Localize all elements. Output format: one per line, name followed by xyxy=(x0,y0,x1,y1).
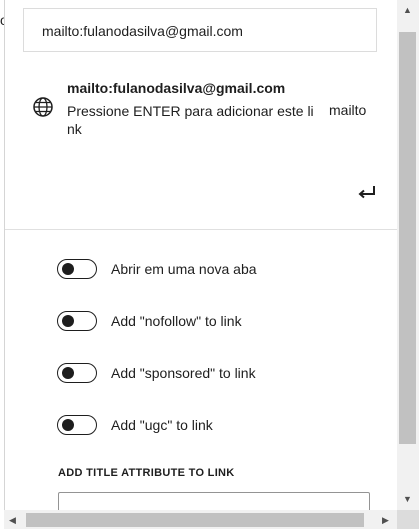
scroll-up-arrow-icon[interactable]: ▲ xyxy=(403,5,412,15)
scroll-down-arrow-icon[interactable]: ▼ xyxy=(403,494,412,504)
toggle-label: Add "nofollow" to link xyxy=(111,313,242,329)
toggle-ugc[interactable]: Add "ugc" to link xyxy=(57,413,213,437)
scrollbar-corner xyxy=(397,510,419,529)
toggle-switch[interactable] xyxy=(57,311,97,331)
globe-icon xyxy=(33,97,53,117)
divider xyxy=(5,229,398,230)
toggle-switch[interactable] xyxy=(57,363,97,383)
toggle-switch[interactable] xyxy=(57,259,97,279)
scroll-left-arrow-icon[interactable]: ◀ xyxy=(9,515,16,525)
link-settings-panel: mailto:fulanodasilva@gmail.com mailto:fu… xyxy=(4,0,398,510)
toggle-new-tab[interactable]: Abrir em uma nova aba xyxy=(57,257,257,281)
vertical-scrollbar[interactable]: ▲ ▼ xyxy=(397,0,419,510)
link-suggestion[interactable]: mailto:fulanodasilva@gmail.com Pressione… xyxy=(5,70,398,220)
suggestion-title: mailto:fulanodasilva@gmail.com xyxy=(67,80,286,96)
toggle-label: Add "sponsored" to link xyxy=(111,365,256,381)
toggle-switch[interactable] xyxy=(57,415,97,435)
enter-return-icon xyxy=(358,186,375,199)
vertical-scroll-thumb[interactable] xyxy=(399,32,416,444)
title-attribute-label: ADD TITLE ATTRIBUTE TO LINK xyxy=(58,467,235,479)
toggle-label: Abrir em uma nova aba xyxy=(111,261,257,277)
suggestion-type: mailto xyxy=(329,102,367,118)
suggestion-description: Pressione ENTER para adicionar este link xyxy=(67,103,314,137)
url-input[interactable]: mailto:fulanodasilva@gmail.com xyxy=(23,8,377,52)
horizontal-scrollbar[interactable]: ◀ ▶ xyxy=(4,510,397,529)
title-attribute-input[interactable] xyxy=(58,492,370,510)
toggle-sponsored[interactable]: Add "sponsored" to link xyxy=(57,361,256,385)
toggle-nofollow[interactable]: Add "nofollow" to link xyxy=(57,309,242,333)
scroll-right-arrow-icon[interactable]: ▶ xyxy=(382,515,389,525)
horizontal-scroll-thumb[interactable] xyxy=(26,513,364,527)
toggle-label: Add "ugc" to link xyxy=(111,417,213,433)
